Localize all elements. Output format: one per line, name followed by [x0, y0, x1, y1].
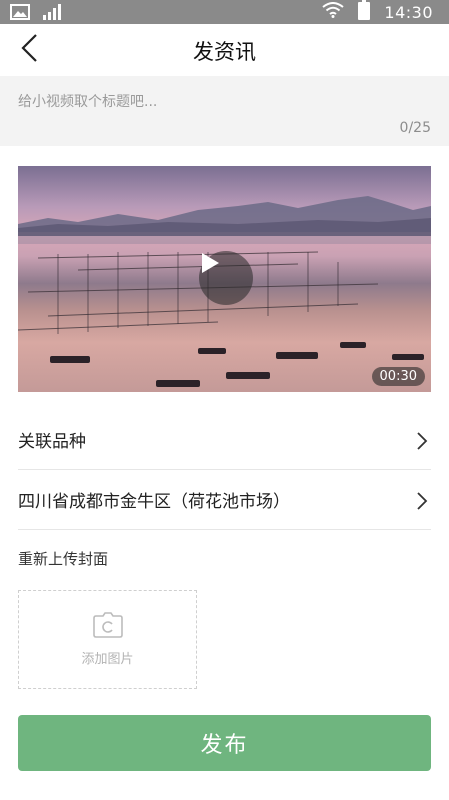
video-duration: 00:30: [371, 367, 425, 386]
battery-icon: [358, 0, 371, 24]
title-input[interactable]: [18, 90, 418, 114]
chevron-right-icon: [415, 430, 429, 452]
page-title: 发资讯: [193, 40, 256, 64]
wifi-icon: [322, 2, 345, 22]
related-variety-row[interactable]: 关联品种: [18, 410, 431, 470]
location-row[interactable]: 四川省成都市金牛区（荷花池市场）: [18, 470, 431, 530]
clock-time: 14:30: [384, 2, 433, 22]
cover-section-label: 重新上传封面: [18, 550, 109, 568]
app-header: 发资讯: [0, 24, 449, 76]
title-input-area: 0/25: [0, 76, 449, 146]
signal-icon: [42, 3, 62, 25]
add-image-label: 添加图片: [81, 652, 134, 667]
chevron-right-icon: [415, 490, 429, 512]
image-icon: [10, 4, 30, 24]
related-variety-label: 关联品种: [18, 432, 86, 452]
location-label: 四川省成都市金牛区（荷花池市场）: [18, 492, 290, 512]
status-bar: 14:30: [0, 0, 449, 24]
add-cover-image-button[interactable]: 添加图片: [18, 590, 197, 689]
publish-button[interactable]: 发布: [18, 715, 431, 771]
video-preview[interactable]: 00:30: [18, 166, 431, 392]
camera-icon: [92, 612, 123, 642]
char-counter: 0/25: [399, 120, 431, 136]
play-button[interactable]: [199, 251, 253, 305]
